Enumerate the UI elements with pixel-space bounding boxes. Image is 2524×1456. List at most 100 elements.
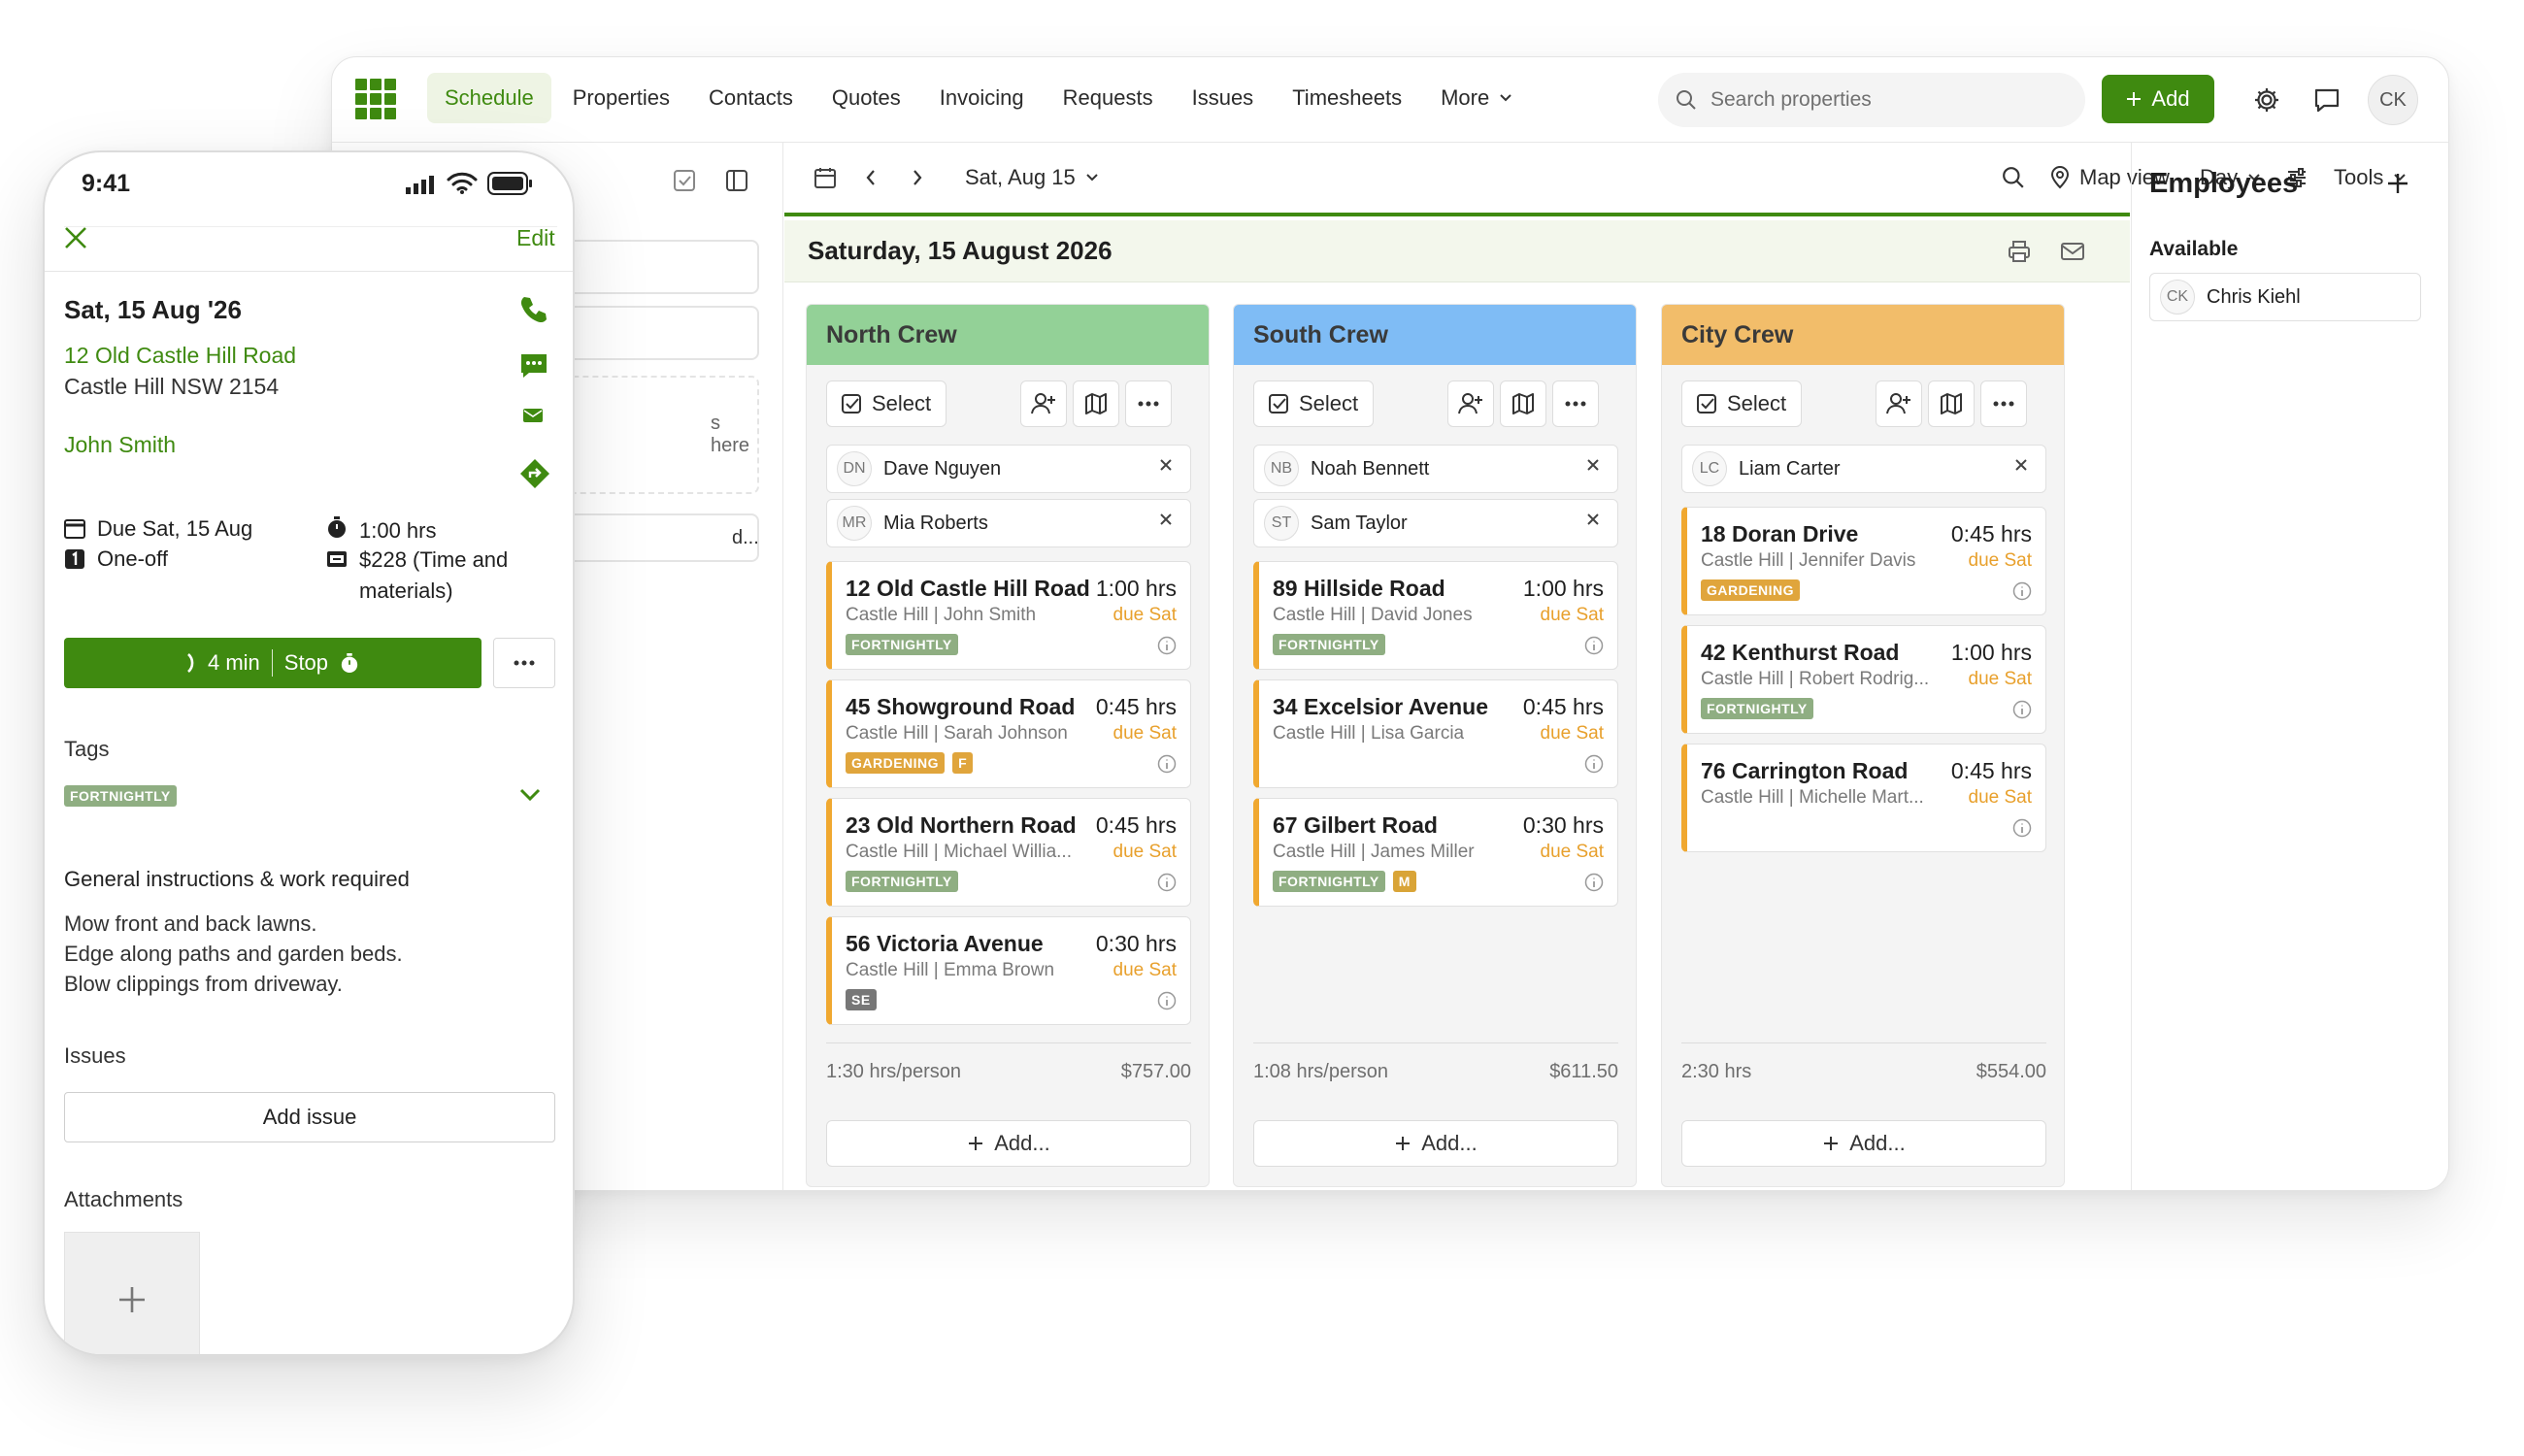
checkbox-icon [841, 393, 862, 414]
job-due: due Sat [1968, 669, 2033, 689]
job-tags: FORTNIGHTLY M [1273, 871, 1416, 892]
frequency: One-off [97, 546, 168, 571]
directions-icon[interactable] [518, 457, 551, 490]
job-card[interactable]: 45 Showground Road 0:45 hrs Castle Hill | … [826, 679, 1191, 788]
info-icon[interactable] [1584, 636, 1604, 655]
add-button[interactable]: Add [2102, 75, 2214, 123]
job-address-link[interactable]: 12 Old Castle Hill Road [64, 343, 296, 369]
job-card[interactable]: 34 Excelsior Avenue 0:45 hrs Castle Hill |… [1253, 679, 1618, 788]
info-icon[interactable] [1157, 873, 1177, 892]
contact-name-link[interactable]: John Smith [64, 432, 176, 458]
add-job-button[interactable]: Add... [826, 1120, 1191, 1167]
job-card[interactable]: 18 Doran Drive 0:45 hrs Castle Hill | Jenn… [1681, 507, 2046, 615]
select-button[interactable]: Select [1253, 381, 1374, 427]
phone-call-icon[interactable] [518, 294, 549, 325]
job-hours: 0:45 hrs [1950, 758, 2032, 783]
avatar[interactable]: CK [2368, 75, 2418, 125]
crew-map-button[interactable] [1500, 381, 1546, 427]
add-job-button[interactable]: Add... [1681, 1120, 2046, 1167]
job-tags: SE [846, 989, 877, 1010]
tab-schedule[interactable]: Schedule [427, 73, 551, 123]
job-card[interactable]: 56 Victoria Avenue 0:30 hrs Castle Hill | … [826, 916, 1191, 1025]
crew-more-button[interactable] [1125, 381, 1172, 427]
add-employee-button[interactable] [2384, 170, 2411, 197]
info-icon[interactable] [2012, 581, 2032, 601]
map-icon [1940, 392, 1963, 415]
prev-day-button[interactable] [864, 168, 878, 187]
employee-item[interactable]: CK Chris Kiehl [2149, 273, 2421, 321]
remove-icon[interactable] [1586, 458, 1600, 472]
calendar-icon[interactable] [814, 166, 837, 189]
job-card[interactable]: 42 Kenthurst Road 1:00 hrs Castle Hill | R… [1681, 625, 2046, 734]
add-issue-button[interactable]: Add issue [64, 1092, 555, 1142]
info-icon[interactable] [1157, 636, 1177, 655]
job-card[interactable]: 12 Old Castle Hill Road 1:00 hrs Castle Hi… [826, 561, 1191, 670]
remove-icon[interactable] [1159, 458, 1173, 472]
info-icon[interactable] [2012, 700, 2032, 719]
chevron-down-icon[interactable] [518, 787, 542, 803]
assign-employee-button[interactable] [1447, 381, 1494, 427]
sidebar-toggle-icon[interactable] [724, 168, 749, 193]
crew-total: $554.00 [1976, 1061, 2046, 1082]
tab-issues[interactable]: Issues [1175, 73, 1272, 123]
timer-stop-button[interactable]: 4 min Stop [64, 638, 482, 688]
job-card[interactable]: 89 Hillside Road 1:00 hrs Castle Hill | Da… [1253, 561, 1618, 670]
tab-quotes[interactable]: Quotes [814, 73, 918, 123]
add-attachment-button[interactable] [64, 1232, 200, 1354]
info-icon[interactable] [2012, 818, 2032, 838]
search-icon[interactable] [2002, 166, 2025, 189]
crew-name: South Crew [1253, 320, 1388, 348]
avatar: MR [837, 506, 872, 541]
crew-more-button[interactable] [1552, 381, 1599, 427]
search-input[interactable]: Search properties [1658, 73, 2085, 127]
info-icon[interactable] [1157, 991, 1177, 1010]
info-icon[interactable] [1584, 754, 1604, 774]
crew-summary: 1:30 hrs/person $757.00 [826, 1042, 1191, 1083]
tab-more[interactable]: More [1423, 73, 1530, 123]
date-picker[interactable]: Sat, Aug 15 [965, 165, 1099, 190]
next-day-button[interactable] [911, 168, 924, 187]
job-card[interactable]: 76 Carrington Road 0:45 hrs Castle Hill | … [1681, 744, 2046, 852]
tab-timesheets[interactable]: Timesheets [1275, 73, 1419, 123]
info-icon[interactable] [1584, 873, 1604, 892]
tab-requests[interactable]: Requests [1046, 73, 1171, 123]
job-address: 34 Excelsior Avenue [1273, 694, 1489, 719]
tab-properties[interactable]: Properties [555, 73, 687, 123]
remove-icon[interactable] [1159, 513, 1173, 526]
edit-button[interactable]: Edit [516, 225, 555, 251]
remove-icon[interactable] [1586, 513, 1600, 526]
instruction-line: Blow clippings from driveway. [64, 972, 343, 996]
print-icon[interactable] [2008, 240, 2031, 263]
more-options-button[interactable] [493, 638, 555, 688]
select-button[interactable]: Select [826, 381, 946, 427]
tab-contacts[interactable]: Contacts [691, 73, 811, 123]
tag-badge: FORTNIGHTLY [1273, 871, 1385, 892]
crew-map-button[interactable] [1073, 381, 1119, 427]
gear-icon[interactable] [2247, 81, 2286, 119]
chat-icon[interactable] [2308, 81, 2346, 119]
tab-invoicing[interactable]: Invoicing [922, 73, 1042, 123]
assign-employee-button[interactable] [1020, 381, 1067, 427]
crew-map-button[interactable] [1928, 381, 1975, 427]
select-button[interactable]: Select [1681, 381, 1802, 427]
running-timer-icon [186, 652, 196, 674]
chevron-down-icon [1499, 93, 1512, 103]
checklist-icon[interactable] [672, 168, 697, 193]
email-icon[interactable] [522, 407, 544, 424]
job-card[interactable]: 67 Gilbert Road 0:30 hrs Castle Hill | Jam… [1253, 798, 1618, 907]
app-logo-icon[interactable] [353, 77, 398, 121]
info-icon[interactable] [1157, 754, 1177, 774]
sms-icon[interactable] [518, 350, 549, 381]
remove-icon[interactable] [2014, 458, 2028, 472]
assign-employee-button[interactable] [1876, 381, 1922, 427]
job-card[interactable]: 23 Old Northern Road 0:45 hrs Castle Hill … [826, 798, 1191, 907]
ellipsis-icon [1138, 401, 1159, 407]
instruction-line: Edge along paths and garden beds. [64, 942, 403, 966]
ellipsis-icon [514, 660, 535, 666]
close-icon[interactable] [62, 224, 89, 251]
add-job-button[interactable]: Add... [1253, 1120, 1618, 1167]
job-tags: FORTNIGHTLY [1273, 634, 1385, 655]
crew-more-button[interactable] [1980, 381, 2027, 427]
email-icon[interactable] [2060, 241, 2085, 262]
crew-header: North Crew [807, 305, 1209, 365]
